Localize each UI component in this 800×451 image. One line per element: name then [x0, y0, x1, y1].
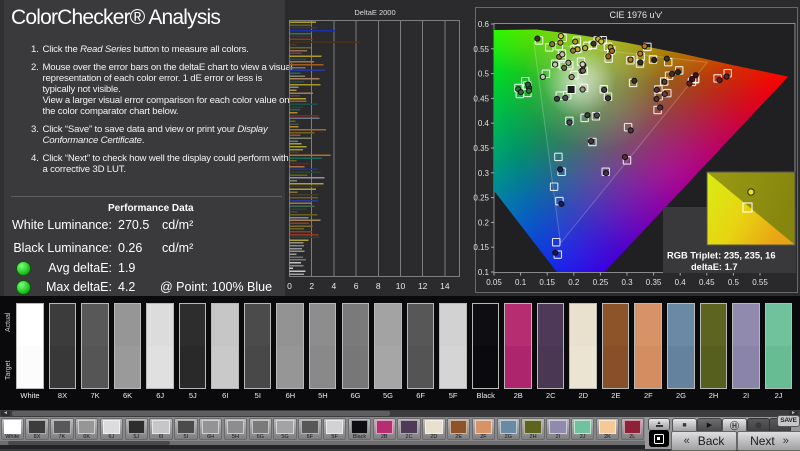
svg-text:0.1: 0.1 — [478, 268, 490, 277]
svg-text:14: 14 — [440, 281, 450, 291]
svg-text:0.2: 0.2 — [478, 218, 490, 227]
svg-text:4: 4 — [332, 281, 337, 291]
svg-text:0.1: 0.1 — [515, 278, 527, 287]
svg-text:0.6: 0.6 — [478, 20, 490, 29]
svg-text:0.3: 0.3 — [478, 169, 490, 178]
svg-text:0.55: 0.55 — [752, 278, 768, 287]
svg-text:0.45: 0.45 — [473, 94, 489, 103]
svg-text:2: 2 — [309, 281, 314, 291]
svg-text:8: 8 — [376, 281, 381, 291]
svg-text:0.45: 0.45 — [699, 278, 715, 287]
svg-text:DeltaE 2000: DeltaE 2000 — [354, 8, 395, 17]
svg-text:0.05: 0.05 — [486, 278, 502, 287]
svg-text:0.5: 0.5 — [478, 70, 490, 79]
svg-text:10: 10 — [396, 281, 406, 291]
svg-text:0.2: 0.2 — [568, 278, 580, 287]
svg-text:0.25: 0.25 — [593, 278, 609, 287]
svg-text:0.3: 0.3 — [621, 278, 633, 287]
svg-text:0.4: 0.4 — [675, 278, 687, 287]
svg-text:0.35: 0.35 — [646, 278, 662, 287]
svg-text:12: 12 — [418, 281, 428, 291]
svg-text:RGB Triplet: 235, 235, 16: RGB Triplet: 235, 235, 16 — [667, 251, 776, 261]
svg-text:deltaE: 1.7: deltaE: 1.7 — [691, 262, 738, 272]
svg-text:0.5: 0.5 — [728, 278, 740, 287]
svg-text:0.15: 0.15 — [473, 243, 489, 252]
svg-text:CIE 1976 u'v': CIE 1976 u'v' — [610, 10, 663, 20]
svg-text:0.25: 0.25 — [473, 194, 489, 203]
svg-text:0.35: 0.35 — [473, 144, 489, 153]
svg-text:6: 6 — [354, 281, 359, 291]
svg-text:0.55: 0.55 — [473, 45, 489, 54]
svg-text:0.15: 0.15 — [539, 278, 555, 287]
svg-text:0.4: 0.4 — [478, 119, 490, 128]
svg-text:0: 0 — [287, 281, 292, 291]
